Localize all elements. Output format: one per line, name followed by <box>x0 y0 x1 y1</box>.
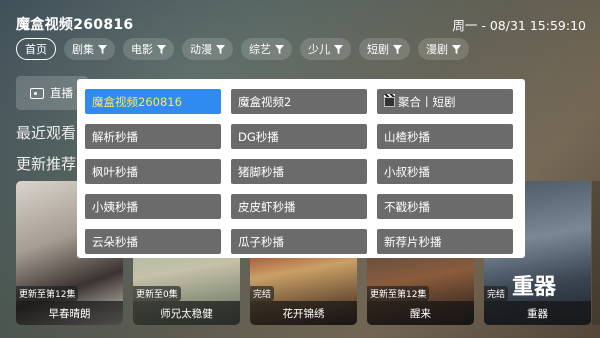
tab-home[interactable]: 首页 <box>16 38 56 60</box>
source-label: 小叔秒播 <box>384 164 430 179</box>
filter-icon <box>98 44 107 54</box>
poster-title: 重器 <box>484 301 591 325</box>
tab-movies[interactable]: 电影 <box>123 38 174 60</box>
source-label: 皮皮虾秒播 <box>238 199 296 214</box>
source-label: DG秒播 <box>238 129 279 144</box>
filter-icon <box>275 44 284 54</box>
source-item[interactable]: 聚合丨短剧 <box>377 89 513 114</box>
tab-label: 剧集 <box>72 43 94 56</box>
tab-label: 综艺 <box>249 43 271 56</box>
source-item[interactable]: 云朵秒播 <box>85 229 221 254</box>
tab-label: 电影 <box>131 43 153 56</box>
source-item[interactable]: DG秒播 <box>231 124 367 149</box>
status-badge: 更新至第12集 <box>367 286 430 301</box>
tab-kids[interactable]: 少儿 <box>300 38 351 60</box>
poster-title: 早春晴朗 <box>16 301 123 325</box>
status-badge: 完结 <box>250 286 275 301</box>
section-updates: 更新推荐 <box>16 155 77 173</box>
filter-icon <box>393 44 402 54</box>
status-badge: 更新至第12集 <box>16 286 79 301</box>
source-label: 魔盒视频2 <box>238 94 292 109</box>
tab-label: 少儿 <box>308 43 330 56</box>
source-item[interactable]: 枫叶秒播 <box>85 159 221 184</box>
tab-label: 动漫 <box>190 43 212 56</box>
live-label: 直播 <box>50 86 73 100</box>
filter-icon <box>334 44 343 54</box>
app-title: 魔盒视频260816 <box>16 17 134 33</box>
source-label: 新荐片秒播 <box>384 234 442 249</box>
source-item[interactable]: 新荐片秒播 <box>377 229 513 254</box>
status-badge: 更新至0集 <box>133 286 181 301</box>
tab-comic-drama[interactable]: 漫剧 <box>418 38 469 60</box>
source-label: 枫叶秒播 <box>92 164 138 179</box>
filter-icon <box>452 44 461 54</box>
source-item[interactable]: 小叔秒播 <box>377 159 513 184</box>
source-selector-popup: 魔盒视频260816 魔盒视频2 聚合丨短剧 解析秒播 DG秒播 山楂秒播 枫叶… <box>77 79 525 258</box>
source-item[interactable]: 不戳秒播 <box>377 194 513 219</box>
poster-title: 醒来 <box>367 301 474 325</box>
source-label: 解析秒播 <box>92 129 138 144</box>
source-label: 山楂秒播 <box>384 129 430 144</box>
poster-art-text: 重器 <box>512 274 557 300</box>
poster-title: 师兄太稳健 <box>133 301 240 325</box>
source-label: 不戳秒播 <box>384 199 430 214</box>
filter-icon <box>216 44 225 54</box>
source-item-selected[interactable]: 魔盒视频260816 <box>85 89 221 114</box>
source-item[interactable]: 皮皮虾秒播 <box>231 194 367 219</box>
source-label: 聚合丨短剧 <box>398 94 456 109</box>
source-item[interactable]: 猪脚秒播 <box>231 159 367 184</box>
tab-label: 首页 <box>25 43 47 56</box>
clock: 周一 - 08/31 15:59:10 <box>452 18 586 33</box>
clapperboard-icon <box>384 93 395 107</box>
source-label: 小姨秒播 <box>92 199 138 214</box>
status-badge: 完结 <box>484 286 509 301</box>
source-item[interactable]: 魔盒视频2 <box>231 89 367 114</box>
section-recent: 最近观看 <box>16 124 77 142</box>
filter-icon <box>157 44 166 54</box>
category-bar: 首页 剧集 电影 动漫 综艺 少儿 短剧 漫剧 <box>16 38 469 60</box>
source-item[interactable]: 小姨秒播 <box>85 194 221 219</box>
poster-overflow-edge <box>592 181 600 325</box>
tab-label: 漫剧 <box>426 43 448 56</box>
tab-variety[interactable]: 综艺 <box>241 38 292 60</box>
tab-anime[interactable]: 动漫 <box>182 38 233 60</box>
source-item[interactable]: 解析秒播 <box>85 124 221 149</box>
source-label: 猪脚秒播 <box>238 164 284 179</box>
tab-short-drama[interactable]: 短剧 <box>359 38 410 60</box>
source-label: 云朵秒播 <box>92 234 138 249</box>
tv-icon <box>30 87 44 99</box>
source-item[interactable]: 山楂秒播 <box>377 124 513 149</box>
source-label: 瓜子秒播 <box>238 234 284 249</box>
tab-label: 短剧 <box>367 43 389 56</box>
source-grid: 魔盒视频260816 魔盒视频2 聚合丨短剧 解析秒播 DG秒播 山楂秒播 枫叶… <box>77 79 525 254</box>
tab-series[interactable]: 剧集 <box>64 38 115 60</box>
source-item[interactable]: 瓜子秒播 <box>231 229 367 254</box>
source-label: 魔盒视频260816 <box>92 94 182 109</box>
poster-title: 花开锦绣 <box>250 301 357 325</box>
